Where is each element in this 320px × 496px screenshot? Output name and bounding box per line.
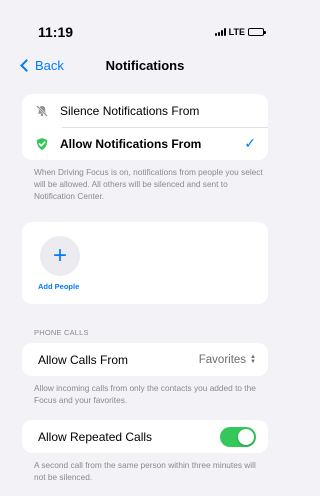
allow-calls-selected: Favorites bbox=[198, 353, 247, 366]
signal-bars-icon bbox=[214, 28, 226, 36]
battery-icon bbox=[248, 28, 266, 36]
allow-notifications-option[interactable]: Allow Notifications From ✓ bbox=[22, 127, 268, 160]
repeated-calls-group: Allow Repeated Calls bbox=[22, 420, 268, 453]
green-shield-check-icon bbox=[34, 136, 50, 152]
muted-bell-icon bbox=[34, 103, 50, 119]
toggle-knob bbox=[238, 428, 254, 445]
allow-calls-footer: Allow incoming calls from only the conta… bbox=[34, 383, 256, 405]
network-label: LTE bbox=[228, 27, 245, 37]
status-indicators: LTE bbox=[214, 27, 266, 37]
repeated-calls-label: Allow Repeated Calls bbox=[38, 429, 153, 444]
repeated-calls-toggle[interactable] bbox=[220, 426, 256, 447]
back-label: Back bbox=[35, 57, 64, 73]
navigation-bar: Back Notifications bbox=[14, 50, 276, 80]
back-button[interactable]: Back bbox=[14, 58, 64, 73]
plus-icon: + bbox=[52, 241, 67, 269]
silence-notifications-label: Silence Notifications From bbox=[60, 103, 200, 118]
add-people-label[interactable]: Add People bbox=[38, 282, 268, 291]
mode-footer-text: When Driving Focus is on, notifications … bbox=[34, 167, 263, 201]
silence-notifications-option[interactable]: Silence Notifications From bbox=[22, 94, 268, 127]
repeated-calls-footer: A second call from the same person withi… bbox=[34, 460, 256, 482]
checkmark-icon: ✓ bbox=[244, 135, 256, 151]
people-card: + Add People bbox=[22, 222, 268, 304]
allow-calls-group: Allow Calls From Favorites ▲ ▼ bbox=[22, 343, 268, 376]
repeated-calls-row: Allow Repeated Calls bbox=[22, 420, 268, 453]
status-bar: 11:19 LTE bbox=[14, 14, 276, 50]
phone-screen: 11:19 LTE Back Notifications Silence Not… bbox=[14, 14, 276, 496]
status-time: 11:19 bbox=[38, 24, 74, 40]
notification-mode-group: Silence Notifications From Allow Notific… bbox=[22, 94, 268, 160]
allow-calls-label: Allow Calls From bbox=[38, 352, 129, 367]
phone-calls-header: PHONE CALLS bbox=[34, 328, 89, 337]
allow-calls-value[interactable]: Favorites ▲ ▼ bbox=[199, 354, 256, 366]
allow-notifications-label: Allow Notifications From bbox=[60, 136, 202, 151]
chevron-up-down-icon: ▲ ▼ bbox=[250, 353, 256, 365]
add-people-button[interactable]: + bbox=[40, 235, 80, 276]
chevron-left-icon bbox=[20, 58, 33, 72]
allow-calls-row[interactable]: Allow Calls From Favorites ▲ ▼ bbox=[22, 343, 268, 376]
